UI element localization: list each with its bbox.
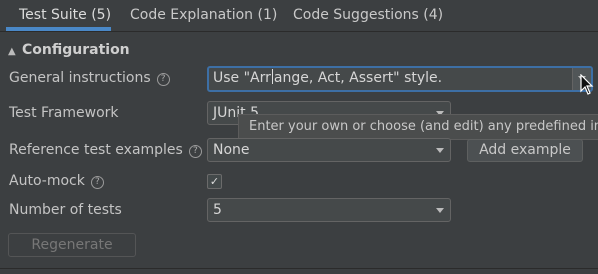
tab-code-explanation[interactable]: Code Explanation (1) [130,0,277,31]
help-icon[interactable]: ? [188,145,202,158]
text-caret [271,69,273,84]
chevron-down-icon [436,148,444,153]
help-icon[interactable]: ? [156,73,170,86]
help-icon[interactable]: ? [90,176,104,189]
general-instructions-combobox[interactable]: Use "Arr ange, Act, Assert" style. [207,66,593,92]
regenerate-button[interactable]: Regenerate [8,233,136,257]
chevron-down-icon [436,208,444,213]
bottom-divider [0,268,598,269]
test-framework-label: Test Framework [9,105,119,121]
active-tab-indicator [6,27,111,31]
reference-examples-select[interactable]: None [207,138,451,162]
configuration-title: Configuration [22,42,130,58]
reference-examples-label-text: Reference test examples [9,142,183,158]
tab-bar: Test Suite (5) Code Explanation (1) Code… [0,0,598,32]
number-of-tests-value: 5 [213,202,222,218]
reference-examples-label: Reference test examples? [9,140,202,160]
collapse-triangle-icon[interactable]: ▲ [8,42,22,62]
auto-mock-label: Auto-mock? [9,171,104,191]
reference-examples-value: None [213,142,250,158]
number-of-tests-select[interactable]: 5 [207,198,451,222]
general-instructions-label: General instructions? [9,68,170,88]
tooltip: Enter your own or choose (and edit) any … [238,114,598,140]
general-instructions-text-after: ange, Act, Assert" style. [273,70,443,86]
add-example-button[interactable]: Add example [467,139,583,162]
number-of-tests-label: Number of tests [9,202,122,218]
configuration-section-header[interactable]: ▲ Configuration [8,40,130,60]
tab-code-suggestions[interactable]: Code Suggestions (4) [293,0,443,31]
auto-mock-label-text: Auto-mock [9,173,85,189]
auto-mock-checkbox[interactable]: ✓ [207,174,222,189]
general-instructions-text-before: Use "Arr [213,70,271,86]
general-instructions-label-text: General instructions [9,70,151,86]
